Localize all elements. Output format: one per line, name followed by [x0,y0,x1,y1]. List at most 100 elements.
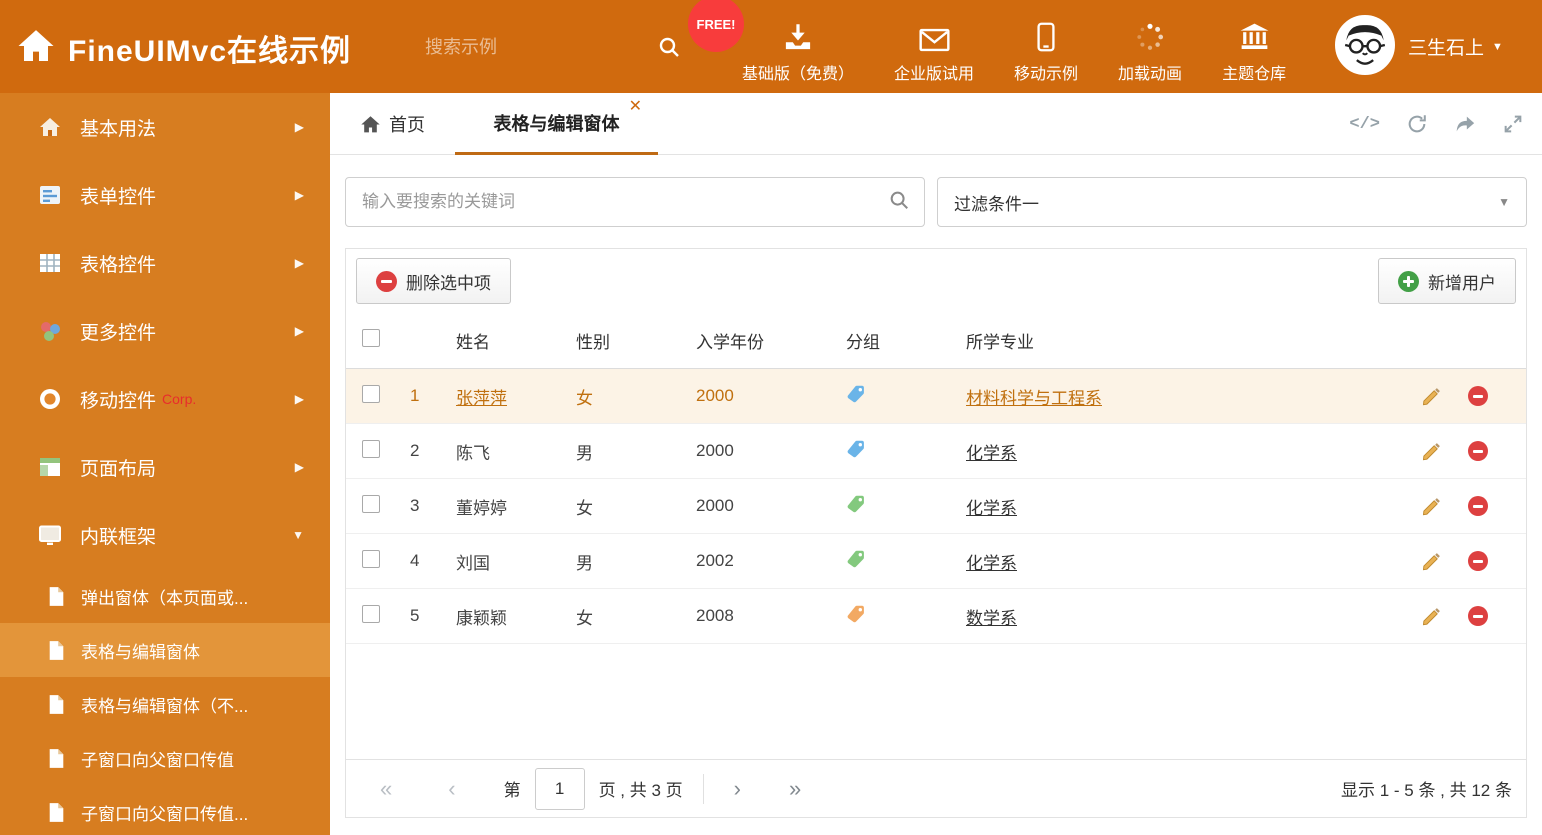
prev-page-button[interactable]: ‹ [448,777,455,800]
sidebar-subitem-grid-edit-window-2[interactable]: 表格与编辑窗体（不... [0,677,330,731]
row-checkbox[interactable] [362,439,380,458]
tag-icon [846,494,866,519]
column-header-gender[interactable]: 性别 [576,328,696,353]
column-header-name[interactable]: 姓名 [456,328,576,353]
fullscreen-icon[interactable] [1502,113,1524,135]
widgets-icon [38,319,62,343]
tab-home[interactable]: 首页 [360,93,425,155]
tag-icon [846,549,866,574]
file-icon [48,748,65,769]
sidebar-subitem-child-to-parent[interactable]: 子窗口向父窗口传值 [0,731,330,785]
edit-pencil-icon[interactable] [1421,551,1442,572]
page-number-input[interactable] [534,767,585,810]
delete-row-icon[interactable] [1468,496,1488,516]
column-header-group[interactable]: 分组 [846,328,966,353]
tag-icon [846,604,866,629]
sidebar-item-iframe[interactable]: 内联框架 ▼ [0,501,330,569]
home-logo-icon[interactable] [16,26,56,66]
nav-item-theme-store[interactable]: 主题仓库 [1202,12,1306,84]
sidebar-subitem-label: 子窗口向父窗口传值 [81,750,234,770]
sidebar-item-page-layout[interactable]: 页面布局 ▶ [0,433,330,501]
row-checkbox[interactable] [362,604,380,623]
nav-item-basic-free[interactable]: 基础版（免费） [722,12,874,84]
page-suffix-label: 页 , 共 3 页 [598,781,683,800]
delete-row-icon[interactable] [1468,551,1488,571]
table-row: 2 陈飞 男 2000 化学系 [346,424,1526,479]
row-checkbox[interactable] [362,494,380,513]
source-code-icon[interactable]: </> [1349,115,1380,134]
major-link[interactable]: 化学系 [966,499,1017,518]
sidebar-subitem-child-to-parent-2[interactable]: 子窗口向父窗口传值... [0,785,330,835]
row-number: 1 [410,386,420,405]
gender-cell: 女 [576,498,593,518]
tab-toolbar: </> [1349,93,1524,155]
delete-row-icon[interactable] [1468,386,1488,406]
add-user-button[interactable]: 新增用户 [1378,258,1516,304]
row-checkbox[interactable] [362,549,380,568]
search-icon[interactable] [657,35,681,59]
tab-grid-edit-window[interactable]: 表格与编辑窗体 ✕ [455,93,658,155]
first-page-button[interactable]: « [380,777,392,800]
filter-dropdown[interactable]: 过滤条件一 ▼ [937,177,1527,227]
column-header-major[interactable]: 所学专业 [966,328,1411,353]
select-all-checkbox[interactable] [362,329,380,347]
sidebar-item-more-controls[interactable]: 更多控件 ▶ [0,297,330,365]
sidebar-item-form-controls[interactable]: 表单控件 ▶ [0,161,330,229]
search-icon[interactable] [888,189,910,216]
sidebar: 基本用法 ▶ 表单控件 ▶ 表格控件 ▶ 更多控件 ▶ 移动控件 Corp. ▶ [0,93,330,835]
sidebar-item-mobile-controls[interactable]: 移动控件 Corp. ▶ [0,365,330,433]
last-page-button[interactable]: » [789,777,801,800]
sidebar-item-grid-controls[interactable]: 表格控件 ▶ [0,229,330,297]
header-search-input[interactable] [425,36,657,58]
keyword-search-box [345,177,925,227]
chevron-right-icon: ▶ [294,188,304,202]
edit-pencil-icon[interactable] [1421,386,1442,407]
download-icon [783,16,813,52]
row-checkbox[interactable] [362,384,380,403]
delete-row-icon[interactable] [1468,606,1488,626]
next-page-button[interactable]: › [734,777,741,800]
chevron-right-icon: ▶ [294,256,304,270]
sidebar-subitem-popup-window[interactable]: 弹出窗体（本页面或... [0,569,330,623]
close-icon[interactable]: ✕ [629,99,642,115]
row-number: 2 [410,441,420,460]
major-link[interactable]: 化学系 [966,554,1017,573]
delete-row-icon[interactable] [1468,441,1488,461]
user-name: 三生石上 [1408,38,1485,59]
nav-item-enterprise-trial[interactable]: 企业版试用 [874,12,994,84]
chevron-right-icon: ▶ [294,392,304,406]
file-icon [48,694,65,715]
table-row: 1 张萍萍 女 2000 材料科学与工程系 [346,369,1526,424]
corp-badge: Corp. [162,391,197,407]
major-link[interactable]: 化学系 [966,444,1017,463]
table-grid-icon [38,251,62,275]
nav-item-loading-animation[interactable]: 加载动画 [1098,12,1202,84]
nav-item-mobile-demo[interactable]: 移动示例 [994,12,1098,84]
sidebar-subitem-grid-edit-window[interactable]: 表格与编辑窗体 [0,623,330,677]
edit-pencil-icon[interactable] [1421,441,1442,462]
refresh-icon[interactable] [1406,113,1428,135]
sidebar-subitem-label: 子窗口向父窗口传值... [81,804,249,824]
major-link[interactable]: 数学系 [966,609,1017,628]
student-name: 刘国 [456,553,490,573]
minus-circle-icon [376,270,397,292]
major-link[interactable]: 材料科学与工程系 [966,389,1102,408]
tab-label: 首页 [389,115,425,135]
user-avatar[interactable] [1335,15,1395,75]
column-header-year[interactable]: 入学年份 [696,328,846,353]
table-header-row: 姓名 性别 入学年份 分组 所学专业 [346,313,1526,369]
edit-pencil-icon[interactable] [1421,496,1442,517]
share-icon[interactable] [1454,113,1476,135]
keyword-search-input[interactable] [362,192,888,212]
chevron-right-icon: ▶ [294,324,304,338]
nav-item-label: 移动示例 [1014,66,1079,83]
envelope-icon [918,16,950,52]
user-menu[interactable]: 三生石上 ▼ [1408,33,1503,60]
delete-selected-button[interactable]: 删除选中项 [356,258,511,304]
edit-pencil-icon[interactable] [1421,606,1442,627]
row-number: 5 [410,606,420,625]
student-name-link[interactable]: 张萍萍 [456,389,507,408]
sidebar-subitem-label: 表格与编辑窗体 [81,642,200,662]
sidebar-item-basic-usage[interactable]: 基本用法 ▶ [0,93,330,161]
chevron-down-icon: ▼ [292,528,304,542]
